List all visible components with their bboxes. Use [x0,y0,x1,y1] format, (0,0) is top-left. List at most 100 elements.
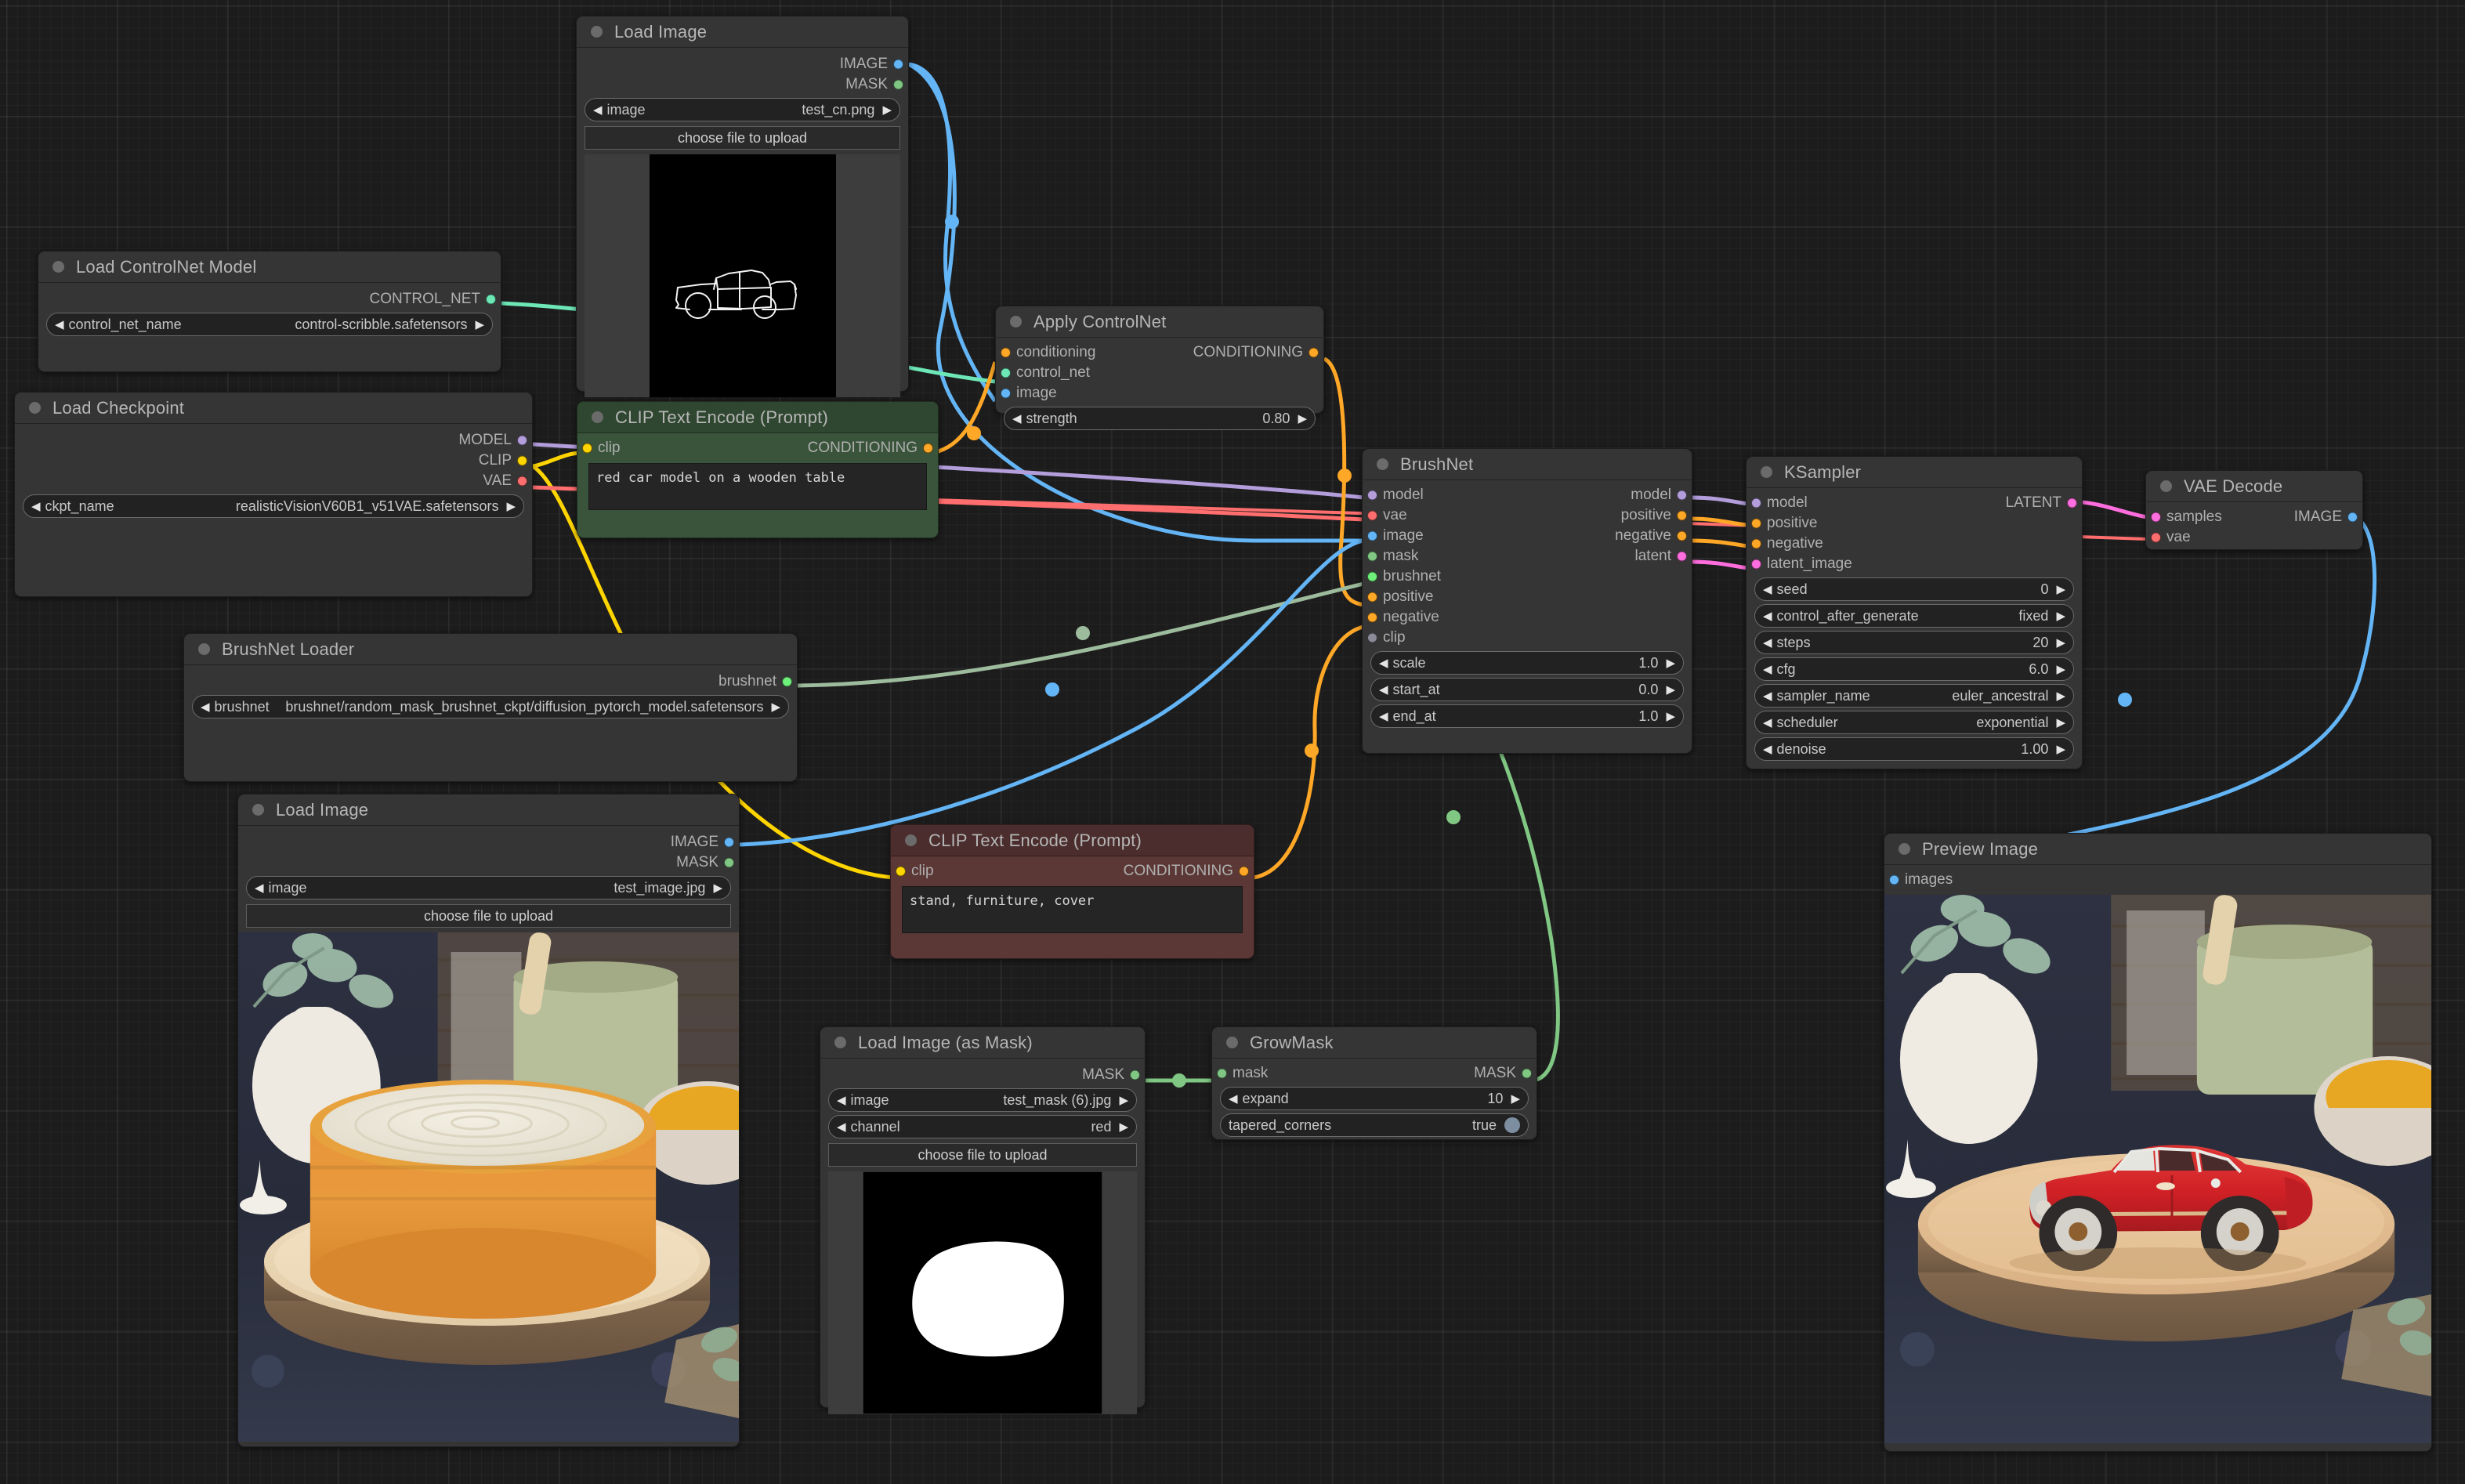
latent-pin-icon[interactable] [2067,498,2077,509]
node-title-bar[interactable]: Load Image [577,16,908,48]
collapse-dot-icon[interactable] [592,411,603,423]
collapse-dot-icon[interactable] [1377,458,1388,470]
collapse-dot-icon[interactable] [52,261,64,273]
negative-pin-icon[interactable] [1367,612,1377,623]
node-title-bar[interactable]: Preview Image [1884,834,2431,865]
node-load-checkpoint[interactable]: Load Checkpoint MODEL CLIP VAE ◀ ckpt_na… [14,392,533,597]
output-slot-brushnet[interactable]: brushnet [184,671,797,692]
vae-pin-icon[interactable] [1367,510,1377,521]
output-slot-image[interactable]: IMAGE [238,832,739,852]
collapse-dot-icon[interactable] [198,643,210,655]
chevron-right-icon[interactable]: ▶ [882,104,892,116]
positive-pin-icon[interactable] [1367,592,1377,603]
vae-pin-icon[interactable] [2151,532,2161,543]
image-pin-icon[interactable] [2347,512,2358,523]
chevron-left-icon[interactable]: ◀ [1379,684,1388,696]
input-slot-vae[interactable]: vae [2146,527,2362,548]
chevron-right-icon[interactable]: ▶ [1666,657,1675,669]
node-preview-image[interactable]: Preview Image images [1884,833,2432,1452]
widget-brushnet[interactable]: ◀ brushnet brushnet/random_mask_brushnet… [192,695,789,718]
image-pin-icon[interactable] [1367,530,1377,541]
latent-image-pin-icon[interactable] [1751,559,1761,570]
node-title-bar[interactable]: Load ControlNet Model [38,252,501,283]
chevron-right-icon[interactable]: ▶ [2056,610,2065,622]
prompt-textarea[interactable]: red car model on a wooden table [588,463,927,510]
output-slot-image[interactable]: IMAGE [577,54,908,74]
input-slot-image[interactable]: image [996,383,1323,404]
chevron-right-icon[interactable]: ▶ [506,501,516,512]
chevron-right-icon[interactable]: ▶ [1666,711,1675,722]
positive-pin-icon[interactable] [1751,518,1761,529]
chevron-left-icon[interactable]: ◀ [1229,1093,1238,1105]
chevron-left-icon[interactable]: ◀ [593,104,603,116]
image-pin-icon[interactable] [893,59,903,70]
node-apply-controlnet[interactable]: Apply ControlNet conditioning CONDITIONI… [995,306,1324,430]
chevron-left-icon[interactable]: ◀ [1763,584,1772,595]
chevron-left-icon[interactable]: ◀ [255,882,264,894]
widget-scheduler[interactable]: ◀ scheduler exponential ▶ [1754,711,2074,734]
chevron-left-icon[interactable]: ◀ [837,1121,846,1133]
mask-out-pin-icon[interactable] [1522,1068,1532,1079]
chevron-left-icon[interactable]: ◀ [1379,657,1388,669]
chevron-right-icon[interactable]: ▶ [1298,413,1307,425]
mask-pin-icon[interactable] [724,857,734,868]
mask-pin-icon[interactable] [1130,1070,1140,1080]
brushnet-pin-icon[interactable] [782,676,792,687]
model-pin-icon[interactable] [517,435,527,446]
chevron-right-icon[interactable]: ▶ [2056,744,2065,755]
output-slot-mask[interactable]: MASK [577,74,908,95]
widget-seed[interactable]: ◀ seed 0 ▶ [1754,577,2074,601]
node-title-bar[interactable]: Load Checkpoint [15,393,532,424]
clip-pin-icon[interactable] [1367,632,1377,643]
chevron-left-icon[interactable]: ◀ [1763,637,1772,649]
chevron-left-icon[interactable]: ◀ [1763,690,1772,702]
upload-button[interactable]: choose file to upload [585,126,900,150]
input-slot-control-net[interactable]: control_net [996,363,1323,383]
input-slot-images[interactable]: images [1884,870,2431,890]
collapse-dot-icon[interactable] [905,834,917,846]
comfyui-canvas[interactable]: Load Image IMAGE MASK ◀ image test_cn.pn… [0,0,2465,1484]
collapse-dot-icon[interactable] [1010,316,1022,328]
output-slot-model[interactable]: MODEL [15,430,532,451]
node-title-bar[interactable]: GrowMask [1212,1027,1537,1059]
widget-control-net-name[interactable]: ◀ control_net_name control-scribble.safe… [46,313,493,336]
widget-channel[interactable]: ◀ channel red ▶ [828,1115,1137,1138]
widget-tapered-corners[interactable]: tapered_corners true [1220,1113,1529,1137]
conditioning-pin-icon[interactable] [1239,866,1249,877]
chevron-right-icon[interactable]: ▶ [1666,684,1675,696]
node-brushnet-loader[interactable]: BrushNet Loader brushnet ◀ brushnet brus… [183,633,798,782]
node-title-bar[interactable]: KSampler [1746,457,2082,488]
widget-ckpt-name[interactable]: ◀ ckpt_name realisticVisionV60B1_v51VAE.… [23,494,524,518]
clip-pin-icon[interactable] [582,443,592,454]
control-net-pin-icon[interactable] [486,294,496,305]
input-slot-positive[interactable]: positive [1746,513,2082,534]
collapse-dot-icon[interactable] [1226,1037,1238,1048]
latent-out-pin-icon[interactable] [1677,551,1687,562]
widget-strength[interactable]: ◀ strength 0.80 ▶ [1004,407,1316,430]
chevron-left-icon[interactable]: ◀ [1763,717,1772,729]
chevron-right-icon[interactable]: ▶ [2056,664,2065,675]
model-in-pin-icon[interactable] [1367,490,1377,501]
collapse-dot-icon[interactable] [2160,480,2172,492]
model-out-pin-icon[interactable] [1677,490,1687,501]
vae-pin-icon[interactable] [517,476,527,487]
positive-out-pin-icon[interactable] [1677,510,1687,521]
widget-image[interactable]: ◀ image test_mask (6).jpg ▶ [828,1088,1137,1112]
node-brushnet[interactable]: BrushNet model model vae positive image … [1362,448,1692,754]
chevron-left-icon[interactable]: ◀ [1763,610,1772,622]
widget-expand[interactable]: ◀ expand 10 ▶ [1220,1087,1529,1110]
node-title-bar[interactable]: CLIP Text Encode (Prompt) [891,825,1254,856]
widget-sampler-name[interactable]: ◀ sampler_name euler_ancestral ▶ [1754,684,2074,708]
chevron-right-icon[interactable]: ▶ [2056,717,2065,729]
model-pin-icon[interactable] [1751,498,1761,509]
node-clip-text-encode-negative[interactable]: CLIP Text Encode (Prompt) clip CONDITION… [890,824,1254,959]
collapse-dot-icon[interactable] [834,1037,846,1048]
chevron-right-icon[interactable]: ▶ [2056,690,2065,702]
chevron-left-icon[interactable]: ◀ [1379,711,1388,722]
chevron-right-icon[interactable]: ▶ [2056,584,2065,595]
collapse-dot-icon[interactable] [1761,466,1772,478]
input-slot-negative[interactable]: negative [1363,607,1692,628]
chevron-left-icon[interactable]: ◀ [1763,744,1772,755]
samples-pin-icon[interactable] [2151,512,2161,523]
chevron-left-icon[interactable]: ◀ [201,701,210,713]
